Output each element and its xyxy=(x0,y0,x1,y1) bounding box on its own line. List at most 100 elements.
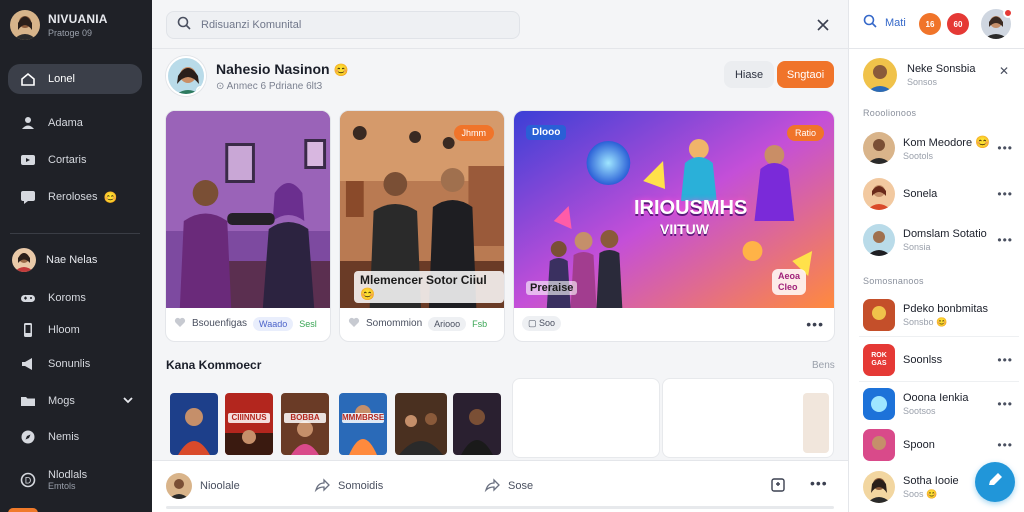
more-options-icon[interactable]: ••• xyxy=(810,475,828,491)
sidebar-bottom-subtitle: Emtols xyxy=(48,481,76,491)
bookmark-icon[interactable] xyxy=(770,477,786,498)
thumbnail[interactable]: BOBBA xyxy=(281,393,329,455)
thumbnail[interactable] xyxy=(453,393,501,455)
thumbnail[interactable] xyxy=(170,393,218,455)
sidebar-item-adama[interactable]: Adama xyxy=(8,108,142,138)
post-card[interactable]: Jhmm Mlemencer Sotor Ciiul 😊 Somommion A… xyxy=(339,110,505,342)
brand-avatar xyxy=(10,10,40,40)
sidebar-item-home[interactable]: Lonel xyxy=(8,64,142,94)
thumbnail[interactable]: CIIINNUS xyxy=(225,393,273,455)
heart-icon[interactable] xyxy=(174,316,186,331)
post-image xyxy=(166,111,330,308)
group-item[interactable]: Pdeko bonbmitas Sonsbo 😊 xyxy=(863,299,1013,331)
heart-icon[interactable] xyxy=(348,316,360,331)
tv-icon xyxy=(20,152,36,168)
search-input[interactable] xyxy=(201,19,501,31)
post-status: Fsb xyxy=(472,318,488,329)
smile-emoji-icon: 😊 xyxy=(103,191,118,204)
chevron-down-icon[interactable] xyxy=(122,394,134,409)
comment-icon: ▢ xyxy=(528,318,537,328)
share-label: Somoidis xyxy=(338,480,384,492)
group-name: Ooona Ienkia xyxy=(903,392,969,404)
message-badge[interactable]: 60 xyxy=(947,13,969,35)
save-label: Sose xyxy=(508,480,534,492)
profile-avatar xyxy=(166,56,206,96)
sidebar-item-label: Lonel xyxy=(48,73,75,85)
post-status: Sesl xyxy=(299,318,317,329)
sidebar-profile[interactable]: Nae Nelas xyxy=(12,248,97,272)
post-tag: Jhmm xyxy=(453,125,494,141)
author-chip[interactable]: Nioolale xyxy=(166,473,240,499)
author-name: Nioolale xyxy=(200,480,240,492)
placeholder-image xyxy=(803,393,829,453)
post-chip[interactable]: Waado xyxy=(253,316,294,331)
close-icon[interactable]: ✕ xyxy=(999,64,1009,78)
sidebar-item-koroms[interactable]: Koroms xyxy=(8,283,142,313)
primary-button[interactable]: Sngtaoi xyxy=(777,61,834,88)
post-card-featured[interactable]: Dlooo Ratio IRIOUSMHS VIITUW Preraise Ae… xyxy=(513,110,835,342)
more-options-icon[interactable]: ••• xyxy=(997,141,1013,155)
scroll-indicator xyxy=(166,506,834,509)
group-item[interactable]: Spoon ••• xyxy=(863,429,1013,461)
right-search[interactable]: Mati xyxy=(863,14,906,31)
sidebar-item-bottom[interactable]: D Nlodlals Emtols xyxy=(8,462,142,498)
placeholder-card xyxy=(662,378,834,458)
compose-button[interactable] xyxy=(975,462,1015,502)
brand[interactable]: NIVUANIA Pratoge 09 xyxy=(10,10,108,40)
friend-item[interactable]: Kom Meodore 😊 Sootols ••• xyxy=(863,132,1013,164)
sidebar-item-sonunlis[interactable]: Sonunlis xyxy=(8,349,142,379)
post-tag: Ratio xyxy=(786,125,824,141)
more-options-icon[interactable]: ••• xyxy=(997,397,1013,411)
post-chip[interactable]: Ariooo xyxy=(428,316,467,331)
sidebar-profile-name: Nae Nelas xyxy=(46,254,98,266)
right-header-avatar xyxy=(863,58,897,92)
sidebar-item-nemis[interactable]: Nemis xyxy=(8,422,142,452)
post-chip[interactable]: ▢ Soo xyxy=(522,316,562,331)
sidebar-item-mogs[interactable]: Mogs xyxy=(8,386,142,416)
section-more-link[interactable]: Bens xyxy=(812,360,835,371)
save-button[interactable]: Sose xyxy=(484,473,533,499)
more-options-icon[interactable]: ••• xyxy=(997,233,1013,247)
search-bar[interactable] xyxy=(166,11,520,39)
sidebar-profile-avatar xyxy=(12,248,36,272)
share-button[interactable]: Somoidis xyxy=(314,473,383,499)
post-card[interactable]: Bsouenfigas Waado Sesl xyxy=(165,110,331,342)
right-panel: Mati 16 60 Neke Sonsbia Sonsos ✕ Rooolio… xyxy=(848,0,1024,512)
sidebar-item-label: Sonunlis xyxy=(48,358,91,370)
group-item[interactable]: Ooona Ienkia Sootsos ••• xyxy=(863,388,1013,420)
friend-name: Sonela xyxy=(903,188,938,200)
right-search-label: Mati xyxy=(885,16,906,29)
profile-meta: Anmec 6 Pdriane 6lt3 xyxy=(226,80,323,92)
right-section-label: Rooolionoos xyxy=(863,108,917,118)
friend-item[interactable]: Sonela ••• xyxy=(863,178,1013,210)
close-icon[interactable] xyxy=(812,14,834,36)
thumbnail-label: MMMBRSE xyxy=(342,413,385,423)
more-options-icon[interactable]: ••• xyxy=(806,316,824,332)
header-divider xyxy=(152,48,848,49)
placeholder-card xyxy=(512,378,660,458)
sidebar-item-cortaris[interactable]: Cortaris xyxy=(8,145,142,175)
thumbnail[interactable]: MMMBRSE xyxy=(339,393,387,455)
friend-avatar xyxy=(863,132,895,164)
sidebar-item-label: Hloom xyxy=(48,324,80,336)
post-caption: Mlemencer Sotor Ciiul 😊 xyxy=(354,271,504,303)
smile-emoji-icon: 😊 xyxy=(975,135,991,149)
right-header-name: Neke Sonsbia xyxy=(907,63,976,75)
profile-header[interactable]: Nahesio Nasinon 😊 ⊙ Anmec 6 Pdriane 6lt3 xyxy=(166,56,348,96)
notification-badge[interactable]: 16 xyxy=(919,13,941,35)
clock-icon: ⊙ xyxy=(216,80,225,92)
sidebar-item-reroloses[interactable]: Reroloses 😊 xyxy=(8,182,142,212)
group-name: Soonlss xyxy=(903,354,943,366)
right-header-profile[interactable]: Neke Sonsbia Sonsos xyxy=(863,58,976,92)
group-status: Soos xyxy=(903,488,924,499)
smile-emoji-icon: 😊 xyxy=(926,488,938,499)
friend-item[interactable]: Domslam Sotatio Sonsia ••• xyxy=(863,224,1013,256)
group-item[interactable]: ROK GAS Soonlss ••• xyxy=(863,344,1013,376)
thumbnail[interactable] xyxy=(395,393,447,455)
more-options-icon[interactable]: ••• xyxy=(997,353,1013,367)
more-options-icon[interactable]: ••• xyxy=(997,438,1013,452)
sidebar-item-hloom[interactable]: Hloom xyxy=(8,315,142,345)
group-status: Sootsos xyxy=(903,406,936,416)
more-options-icon[interactable]: ••• xyxy=(997,187,1013,201)
secondary-button[interactable]: Hiase xyxy=(724,61,774,88)
